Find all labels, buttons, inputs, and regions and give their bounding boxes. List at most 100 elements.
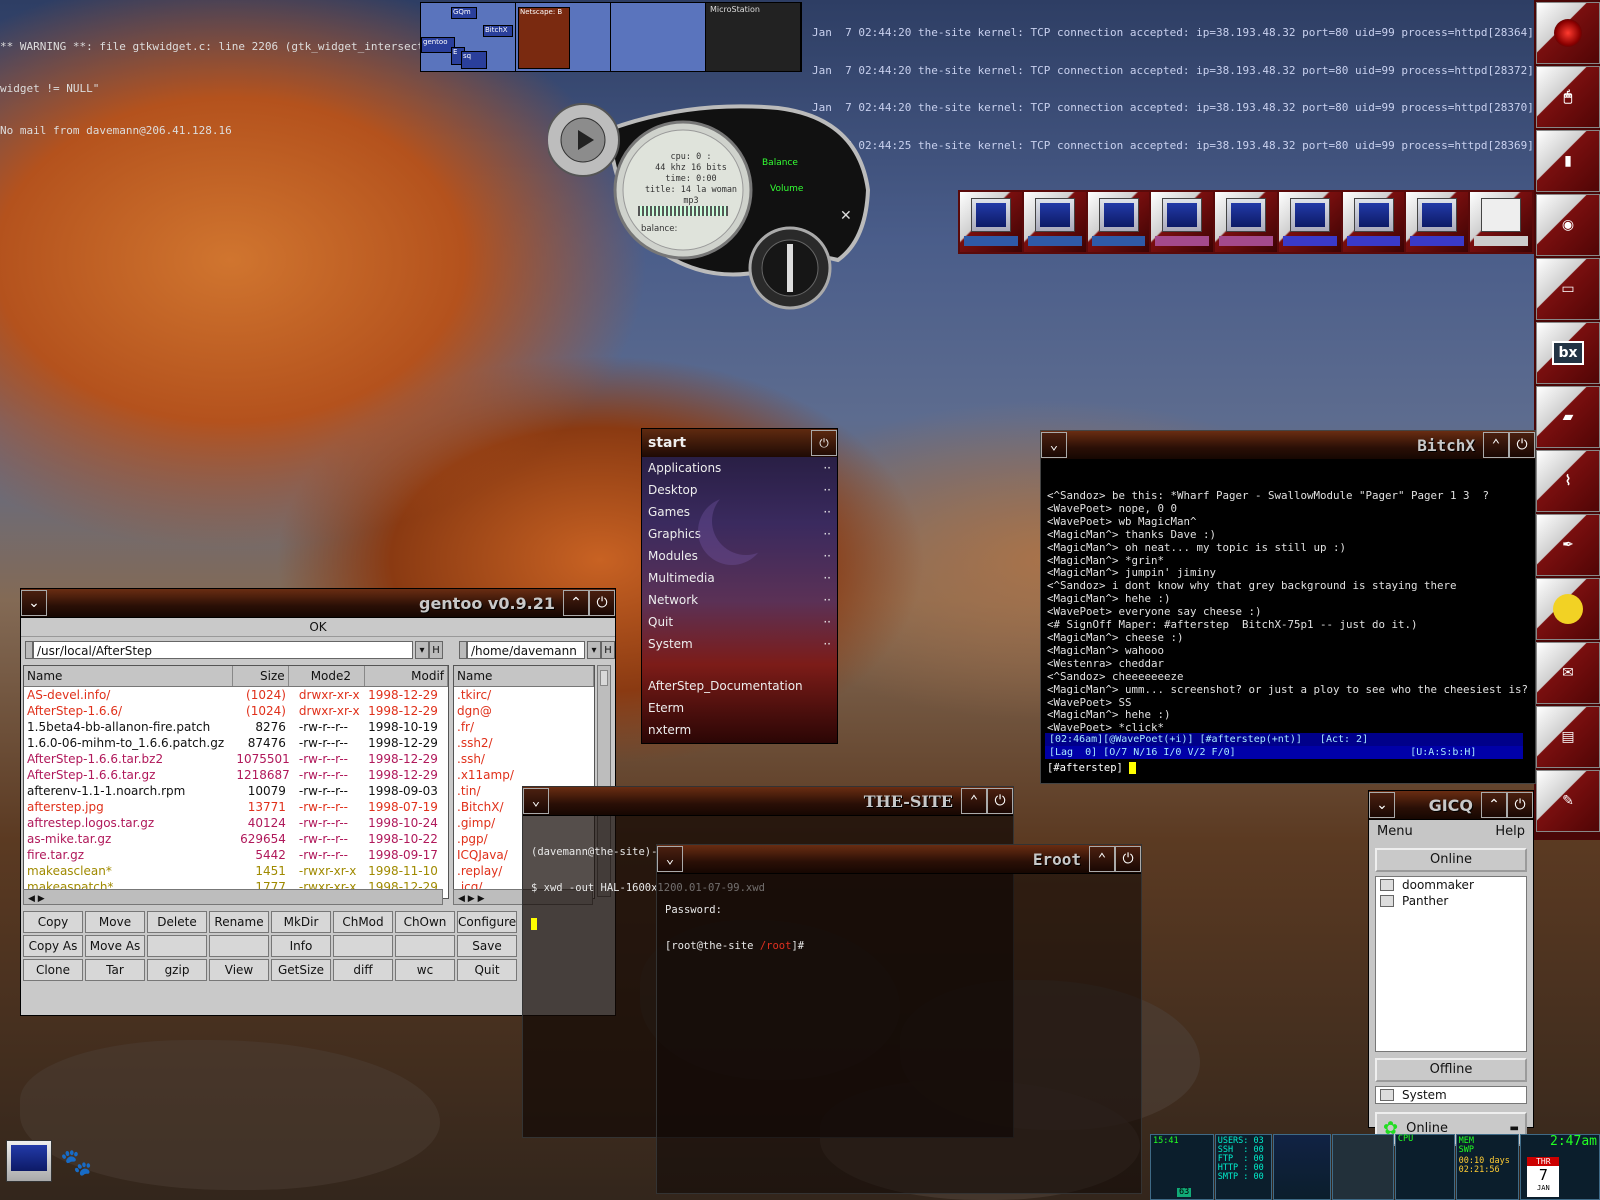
file-row[interactable]: .x11amp/ <box>454 767 594 783</box>
command-button-clone[interactable]: Clone <box>23 959 83 981</box>
contact-item[interactable]: Panther <box>1376 893 1526 909</box>
computer-tower-icon[interactable]: ▮ <box>1536 130 1600 192</box>
volume-control[interactable]: Volume <box>770 184 803 194</box>
gicq-titlebar[interactable]: ⌄ GICQ ⌃ ⏻ <box>1369 791 1533 820</box>
date-dockapp[interactable]: 2:47am THR 7 JAN <box>1520 1134 1600 1200</box>
monitor-icon[interactable]: ◉ <box>1536 194 1600 256</box>
pane-handle[interactable] <box>25 641 33 659</box>
menu-item-nxterm[interactable]: nxterm <box>642 719 837 741</box>
mem-dockapp[interactable]: MEM SWP 00:10 days 02:21:56 <box>1455 1134 1520 1200</box>
pane-handle[interactable] <box>459 641 467 659</box>
bitchx-launcher-icon[interactable]: bx <box>1536 322 1600 384</box>
terminal-titlebar[interactable]: ⌄ Eroot ⌃ ⏻ <box>657 845 1141 874</box>
offline-group-button[interactable]: Offline <box>1375 1058 1527 1082</box>
monitor-icon[interactable] <box>1470 192 1533 252</box>
maximize-icon[interactable]: ⌃ <box>961 788 987 814</box>
left-file-list[interactable]: Name Size Mode2 Modif AS-devel.info/ (102… <box>23 665 449 899</box>
scroll-thumb[interactable] <box>600 670 608 686</box>
monitor-icon[interactable] <box>1023 192 1086 252</box>
window-menu-icon[interactable]: ⌄ <box>523 788 549 814</box>
close-power-icon[interactable]: ⏻ <box>1507 792 1533 818</box>
mail-icon[interactable]: ✉ <box>1536 642 1600 704</box>
menu-item-applications[interactable]: Applications ·· <box>642 457 837 479</box>
maximize-icon[interactable]: ⌃ <box>1481 792 1507 818</box>
pager-desk-2[interactable]: Netscape: B <box>516 3 611 71</box>
pager-window[interactable]: gentoo <box>421 37 455 53</box>
menu-item-quit[interactable]: Quit ·· <box>642 611 837 633</box>
command-button-move[interactable]: Move <box>85 911 145 933</box>
close-power-icon[interactable]: ⏻ <box>589 590 615 616</box>
play-button[interactable] <box>566 120 600 160</box>
file-row[interactable]: .tkirc/ <box>454 687 594 703</box>
command-button-move-as[interactable]: Move As <box>85 935 145 957</box>
pager-window[interactable]: BitchX <box>483 25 513 37</box>
pager-desk-4[interactable]: MicroStation <box>706 3 801 71</box>
menu-item-afterstep-docs[interactable]: AfterStep_Documentation <box>642 675 837 697</box>
gimp-icon[interactable]: 🐾 <box>60 1148 100 1184</box>
start-menu[interactable]: start ⏻ Applications ·· Desktop ·· Games ··… <box>641 428 838 744</box>
command-button-diff[interactable]: diff <box>333 959 393 981</box>
command-button-empty[interactable] <box>395 935 455 957</box>
file-row[interactable]: as-mike.tar.gz 629654 -rw-r--r-- 1998-10-22 <box>24 831 448 847</box>
pager-window[interactable]: Netscape: B <box>518 7 570 69</box>
command-button-empty[interactable] <box>333 935 393 957</box>
command-button-getsize[interactable]: GetSize <box>271 959 331 981</box>
hal-eye-icon[interactable] <box>1536 2 1600 64</box>
menu-item-multimedia[interactable]: Multimedia ·· <box>642 567 837 589</box>
command-button-copy[interactable]: Copy <box>23 911 83 933</box>
path-history-icon[interactable]: ▾ <box>415 641 429 659</box>
contact-item[interactable]: System <box>1376 1087 1526 1103</box>
signal-dockapp[interactable] <box>1273 1134 1332 1200</box>
command-button-chmod[interactable]: ChMod <box>333 911 393 933</box>
file-row[interactable]: makeasclean* 1451 -rwxr-xr-x 1998-11-10 <box>24 863 448 879</box>
maximize-icon[interactable]: ⌃ <box>1483 432 1509 458</box>
menu-button[interactable]: Menu <box>1377 820 1413 844</box>
command-button-empty[interactable] <box>147 935 207 957</box>
command-button-tar[interactable]: Tar <box>85 959 145 981</box>
pager-window-label[interactable]: MicroStation <box>710 5 760 14</box>
scanner-icon[interactable]: ▤ <box>1536 706 1600 768</box>
online-group-button[interactable]: Online <box>1375 848 1527 872</box>
monitor-icon[interactable] <box>1342 192 1405 252</box>
help-button[interactable]: Help <box>1495 820 1525 844</box>
file-row[interactable]: dgn@ <box>454 703 594 719</box>
path-history-icon[interactable]: ▾ <box>587 641 601 659</box>
desk-switcher-tray[interactable] <box>958 190 1534 254</box>
file-row[interactable]: AfterStep-1.6.6.tar.gz 1218687 -rw-r--r-- 1… <box>24 767 448 783</box>
window-menu-icon[interactable]: ⌄ <box>657 846 683 872</box>
gicq-window[interactable]: ⌄ GICQ ⌃ ⏻ Menu Help Online doommaker Pa… <box>1368 790 1534 1146</box>
file-row[interactable]: 1.6.0-06-mihm-to_1.6.6.patch.gz 87476 -rw-… <box>24 735 448 751</box>
close-power-icon[interactable]: ⏻ <box>1509 432 1535 458</box>
command-button-copy-as[interactable]: Copy As <box>23 935 83 957</box>
command-button-quit[interactable]: Quit <box>457 959 517 981</box>
command-button-delete[interactable]: Delete <box>147 911 207 933</box>
file-row[interactable]: .fr/ <box>454 719 594 735</box>
contact-item[interactable]: doommaker <box>1376 877 1526 893</box>
command-button-mkdir[interactable]: MkDir <box>271 911 331 933</box>
eroot-terminal[interactable]: ⌄ Eroot ⌃ ⏻ Password: [root@the-site /ro… <box>656 844 1142 1194</box>
window-menu-icon[interactable]: ⌄ <box>1041 432 1067 458</box>
pen-icon[interactable]: ✒ <box>1536 514 1600 576</box>
net-dockapp[interactable]: USERS: 03 SSH : 00 FTP : 00 HTTP : 00 SM… <box>1214 1134 1273 1200</box>
command-button-rename[interactable]: Rename <box>209 911 269 933</box>
monitor-icon[interactable] <box>6 1140 52 1182</box>
window-menu-icon[interactable]: ⌄ <box>1369 792 1395 818</box>
ok-button[interactable]: OK <box>21 618 615 637</box>
col-name[interactable]: Name <box>454 666 594 686</box>
file-row[interactable]: AS-devel.info/ (1024) drwxr-xr-x 1998-12-29 <box>24 687 448 703</box>
file-row[interactable]: afterenv-1.1-1.noarch.rpm 10079 -rw-r--r--… <box>24 783 448 799</box>
paperclip-icon[interactable]: ⌇ <box>1536 450 1600 512</box>
monitor-icon[interactable] <box>1151 192 1214 252</box>
start-menu-header[interactable]: start ⏻ <box>642 429 837 457</box>
folder-icon[interactable]: ▰ <box>1536 386 1600 448</box>
command-button-configure[interactable]: Configure <box>457 911 517 933</box>
right-path-input[interactable]: /home/davemann <box>467 641 585 659</box>
monitor-icon[interactable] <box>1406 192 1469 252</box>
path-home-button[interactable]: H <box>429 641 443 659</box>
col-mode[interactable]: Mode2 <box>289 666 366 686</box>
path-home-button[interactable]: H <box>601 641 615 659</box>
command-button-gzip[interactable]: gzip <box>147 959 207 981</box>
menu-item-eterm[interactable]: Eterm <box>642 697 837 719</box>
menu-item-network[interactable]: Network ·· <box>642 589 837 611</box>
wharf-dock[interactable]: 🖱 ▮ ◉ ▭ bx ▰ ⌇ ✒ ✉ ▤ ✎ <box>1534 0 1600 840</box>
